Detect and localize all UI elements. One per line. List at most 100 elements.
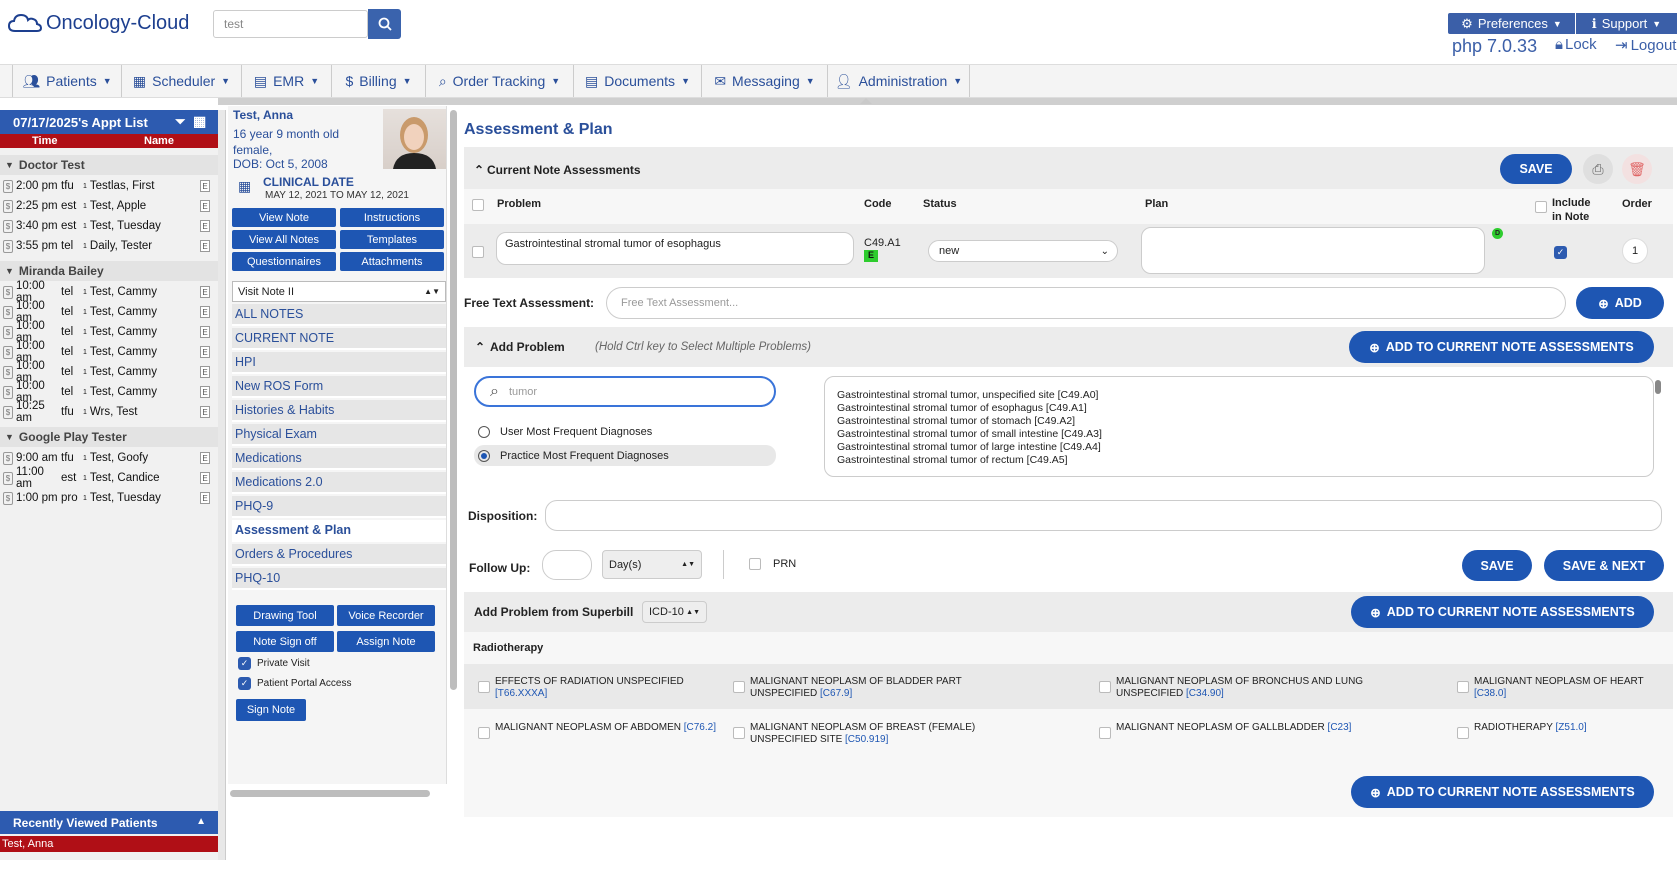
appt-row[interactable]: $1:00 pm pro 1 Test, Tuesday E [0,488,218,508]
note-icon[interactable]: E [200,386,210,398]
templates-button[interactable]: Templates [340,230,444,249]
panel-splitter[interactable] [218,110,226,860]
superbill-item-code[interactable]: [C23] [1328,722,1352,733]
visit-note-select[interactable]: Visit Note II ▲▼ [232,281,446,302]
dollar-icon[interactable]: $ [3,451,13,465]
instructions-button[interactable]: Instructions [340,208,444,227]
appt-row[interactable]: $10:00 am tel 1 Test, Cammy E [0,340,218,364]
dollar-icon[interactable]: $ [3,219,13,233]
superbill-item-code[interactable]: [C34.90] [1186,688,1224,699]
superbill-item[interactable]: EFFECTS OF RADIATION UNSPECIFIED [T66.XX… [495,676,735,700]
free-text-input[interactable]: Free Text Assessment... [606,287,1566,319]
radio-user-frequent[interactable]: User Most Frequent Diagnoses [478,426,652,438]
dollar-icon[interactable]: $ [3,471,13,485]
horizontal-scrollbar[interactable] [230,790,430,797]
save-button[interactable]: SAVE [1462,550,1532,581]
preferences-button[interactable]: ⚙ Preferences ▼ [1448,13,1575,34]
nav-administration[interactable]: 👤︎ Administration ▼ [828,65,970,97]
note-menu-item[interactable]: Physical Exam [232,424,446,446]
appt-row[interactable]: $2:00 pm tfu 1 Testlas, First E [0,176,218,196]
add-to-current-button[interactable]: ⊕ ADD TO CURRENT NOTE ASSESSMENTS [1349,331,1654,363]
order-value[interactable]: 1 [1622,238,1648,264]
note-menu-item[interactable]: PHQ-10 [232,568,446,590]
status-select[interactable]: new ⌄ [928,240,1118,262]
voice-recorder-button[interactable]: Voice Recorder [337,605,435,626]
note-icon[interactable]: E [200,220,210,232]
include-all-checkbox[interactable] [1535,201,1547,213]
plan-field[interactable] [1141,227,1485,274]
recent-patient-row[interactable]: Test, Anna [0,836,218,852]
appt-row[interactable]: $10:00 am tel 1 Test, Cammy E [0,300,218,324]
note-menu-item[interactable]: HPI [232,352,446,374]
problem-result-option[interactable]: Gastrointestinal stromal tumor of small … [837,428,1641,441]
vertical-scrollbar[interactable] [450,110,457,690]
results-scrollbar[interactable] [1655,380,1661,394]
view-note-button[interactable]: View Note [232,208,336,227]
appt-row[interactable]: $10:25 am tfu 1 Wrs, Test E [0,400,218,424]
note-icon[interactable]: E [200,452,210,464]
superbill-item[interactable]: MALIGNANT NEOPLASM OF BLADDER PART UNSPE… [750,676,990,700]
note-sign-off-button[interactable]: Note Sign off [236,631,334,652]
appt-row[interactable]: $2:25 pm est 1 Test, Apple E [0,196,218,216]
note-icon[interactable]: E [200,472,210,484]
patient-name[interactable]: Test, Anna [233,108,293,122]
note-menu-item[interactable]: New ROS Form [232,376,446,398]
sign-note-button[interactable]: Sign Note [236,699,306,721]
app-logo[interactable]: Oncology-Cloud [8,8,189,38]
note-icon[interactable]: E [200,492,210,504]
note-menu-item[interactable]: PHQ-9 [232,496,446,518]
assign-note-button[interactable]: Assign Note [337,631,435,652]
superbill-item-code[interactable]: [C76.2] [684,722,716,733]
superbill-checkbox[interactable] [1099,681,1111,693]
logout-button[interactable]: ⇥ Logout [1615,36,1676,55]
problem-result-option[interactable]: Gastrointestinal stromal tumor of rectum… [837,454,1641,467]
questionnaires-button[interactable]: Questionnaires [232,252,336,271]
save-button[interactable]: SAVE [1500,154,1572,184]
note-menu-item[interactable]: Medications 2.0 [232,472,446,494]
superbill-item[interactable]: MALIGNANT NEOPLASM OF ABDOMEN [C76.2] [495,722,735,734]
delete-button[interactable]: 🗑︎ [1622,154,1652,184]
superbill-checkbox[interactable] [1099,727,1111,739]
provider-group-header[interactable]: ▼ Doctor Test [0,155,218,175]
dollar-icon[interactable]: $ [3,491,13,505]
search-input[interactable] [213,10,368,38]
superbill-checkbox[interactable] [733,727,745,739]
chevron-up-icon[interactable]: ⌃ [474,163,484,177]
note-icon[interactable]: E [200,180,210,192]
appt-row[interactable]: $9:00 am tfu 1 Test, Goofy E [0,448,218,468]
note-menu-item[interactable]: Orders & Procedures [232,544,446,566]
note-menu-item[interactable]: Medications [232,448,446,470]
followup-unit-select[interactable]: Day(s) ▲▼ [602,550,702,579]
note-menu-item[interactable]: CURRENT NOTE [232,328,446,350]
nav-patients[interactable]: 👥︎ Patients ▼ [12,65,122,97]
private-visit-toggle[interactable]: ✓ Private Visit [238,657,310,670]
superbill-item[interactable]: MALIGNANT NEOPLASM OF BREAST (FEMALE) UN… [750,722,990,746]
superbill-checkbox[interactable] [478,727,490,739]
note-icon[interactable]: E [200,306,210,318]
provider-group-header[interactable]: ▼ Miranda Bailey [0,261,218,281]
note-icon[interactable]: E [200,406,210,418]
dollar-icon[interactable]: $ [3,305,13,319]
calendar-icon[interactable]: ▦ [193,113,206,130]
nav-documents[interactable]: ▤ Documents ▼ [574,65,702,97]
nav-scheduler[interactable]: ▦ Scheduler ▼ [122,65,242,97]
superbill-item[interactable]: RADIOTHERAPY [Z51.0] [1474,722,1674,734]
dollar-icon[interactable]: $ [3,405,13,419]
attachments-button[interactable]: Attachments [340,252,444,271]
problem-result-option[interactable]: Gastrointestinal stromal tumor of large … [837,441,1641,454]
chevron-up-icon[interactable]: ⌃ [475,340,485,354]
appt-row[interactable]: $3:55 pm tel 1 Daily, Tester E [0,236,218,256]
view-all-notes-button[interactable]: View All Notes [232,230,336,249]
superbill-item-code[interactable]: [Z51.0] [1556,722,1587,733]
problem-result-option[interactable]: Gastrointestinal stromal tumor, unspecif… [837,389,1641,402]
superbill-checkbox[interactable] [1457,727,1469,739]
select-all-checkbox[interactable] [472,199,484,211]
problem-result-option[interactable]: Gastrointestinal stromal tumor of esopha… [837,402,1641,415]
note-icon[interactable]: E [200,240,210,252]
nav-billing[interactable]: $ Billing ▼ [332,65,426,97]
note-icon[interactable]: E [200,326,210,338]
problem-result-option[interactable]: Gastrointestinal stromal tumor of stomac… [837,415,1641,428]
superbill-item[interactable]: MALIGNANT NEOPLASM OF HEART [C38.0] [1474,676,1674,700]
appt-row[interactable]: $11:00 am est 1 Test, Candice E [0,466,218,490]
superbill-item[interactable]: MALIGNANT NEOPLASM OF GALLBLADDER [C23] [1116,722,1386,734]
